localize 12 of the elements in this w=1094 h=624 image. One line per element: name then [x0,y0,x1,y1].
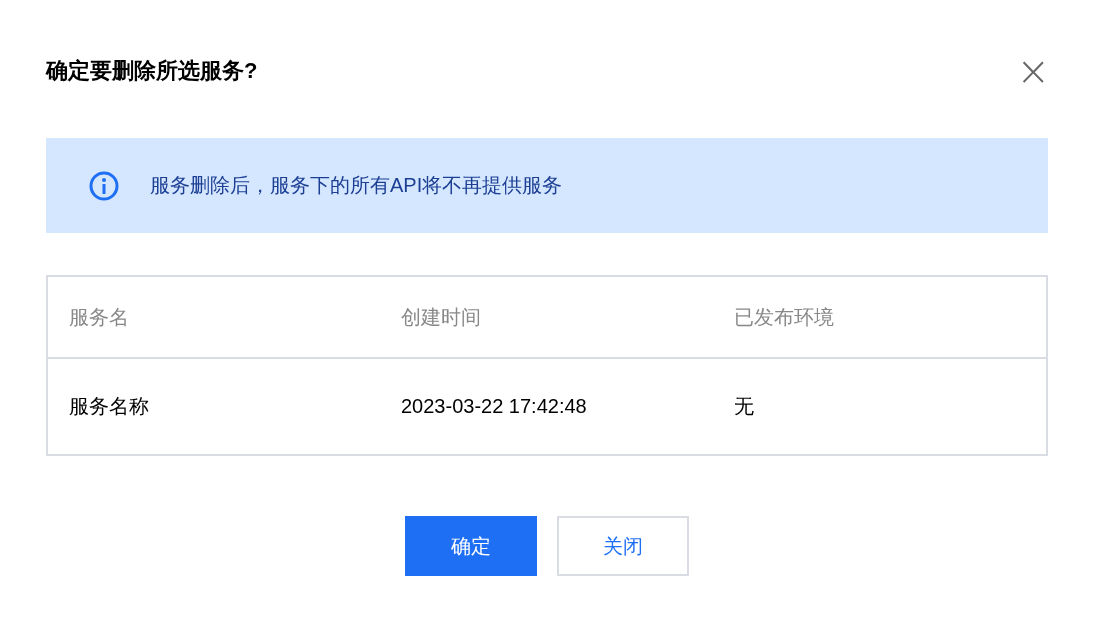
table-cell-text: 无 [734,394,755,419]
column-header: 服务名 [69,304,130,330]
info-icon [88,169,120,202]
dialog-title: 确定要删除所选服务? [46,57,258,85]
cancel-button[interactable]: 关闭 [557,516,689,576]
table-cell-text: 服务名称 [69,394,150,419]
column-header: 创建时间 [401,304,482,330]
table-cell-text: 2023-03-22 17:42:48 [401,395,588,418]
column-header: 已发布环境 [734,304,835,330]
confirm-button[interactable]: 确定 [405,516,537,576]
close-button[interactable]: × [1016,51,1050,91]
info-message: 服务删除后，服务下的所有API将不再提供服务 [150,173,563,198]
